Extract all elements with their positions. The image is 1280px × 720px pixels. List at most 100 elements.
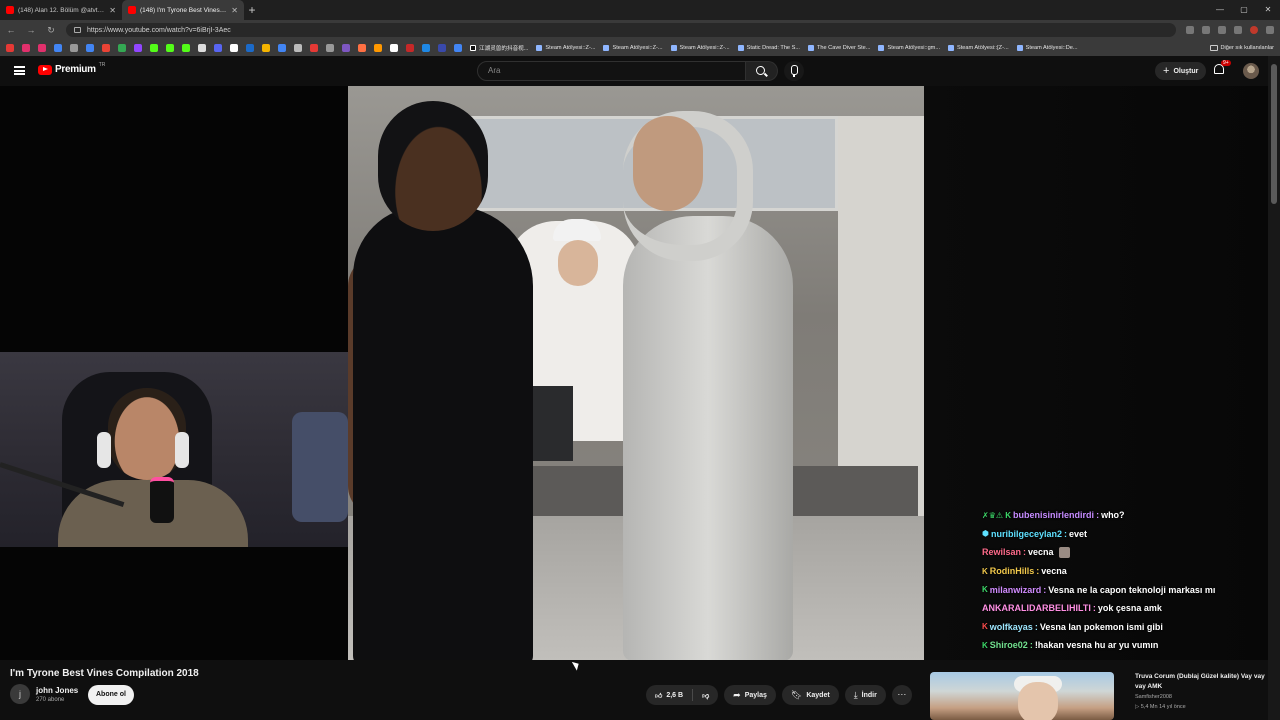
bookmark-label: Static Dread: The S...	[746, 45, 800, 51]
recommended-thumbnail[interactable]	[930, 672, 1114, 720]
chat-username: RodinHills	[989, 566, 1035, 577]
bookmark-icon[interactable]	[374, 44, 382, 52]
kick-bookmark-icon[interactable]	[166, 44, 174, 52]
new-tab-button[interactable]: +	[244, 3, 260, 17]
browser-tab-2[interactable]: (148) I'm Tyrone Best Vines Co ✕	[122, 0, 244, 20]
bookmark-item[interactable]: Static Dread: The S...	[737, 45, 800, 51]
install-app-icon[interactable]	[1186, 26, 1194, 34]
extension-icon[interactable]	[1234, 26, 1242, 34]
close-icon[interactable]: ✕	[231, 6, 238, 15]
bookmark-star-icon[interactable]	[1202, 26, 1210, 34]
bookmark-icon[interactable]	[390, 44, 398, 52]
bookmark-icon[interactable]	[310, 44, 318, 52]
mouse-cursor-icon	[571, 659, 582, 671]
bookmark-icon[interactable]	[294, 44, 302, 52]
bookmark-item[interactable]: Steam Atölyesi::Z-...	[536, 45, 595, 51]
bookmark-item[interactable]: Steam Atölyesi::De...	[1016, 45, 1078, 51]
youtube-premium-logo[interactable]: Premium TR	[38, 62, 105, 75]
notifications-bell-icon[interactable]: 9+	[1214, 60, 1231, 77]
bookmark-icon[interactable]	[358, 44, 366, 52]
bookmark-icon[interactable]	[406, 44, 414, 52]
more-actions-icon[interactable]: ···	[891, 685, 912, 705]
bookmark-item[interactable]: Steam Atölyesi::[Z-...	[948, 45, 1009, 51]
forward-arrow-icon[interactable]: →	[26, 25, 36, 35]
steam-icon	[737, 45, 744, 51]
chat-colon: :	[1023, 547, 1027, 558]
create-button[interactable]: + Oluştur	[1155, 62, 1207, 80]
share-button[interactable]: ➦ Paylaş	[724, 685, 776, 705]
download-icon: ⤓	[853, 689, 858, 700]
recommended-video[interactable]: Truva Corum (Dublaj Güzel kalite) Vay va…	[930, 672, 1266, 720]
save-button[interactable]: 🔖︎ Kaydet	[781, 685, 839, 705]
instagram-bookmark-icon[interactable]	[38, 44, 46, 52]
address-bar-row: ← → ↻ https://www.youtube.com/watch?v=6i…	[0, 20, 1280, 40]
profile-icon[interactable]	[1250, 26, 1258, 34]
browser-tab-1[interactable]: (148) Alan 12. Bölüm @atvturkiye ✕	[0, 0, 122, 20]
site-info-icon[interactable]	[74, 27, 81, 33]
discord-bookmark-icon[interactable]	[214, 44, 222, 52]
bookmark-icon: 🔖︎	[790, 689, 803, 700]
bookmark-item[interactable]: Steam Atölyesi::Z-...	[670, 45, 730, 51]
twitch-bookmark-icon[interactable]	[134, 44, 142, 52]
gmail-bookmark-icon[interactable]	[102, 44, 110, 52]
share-icon: ➦	[733, 689, 741, 700]
logo-text: Premium	[55, 64, 96, 75]
docs-bookmark-icon[interactable]	[86, 44, 94, 52]
plus-icon: +	[1163, 65, 1170, 77]
bookmark-icon[interactable]	[342, 44, 350, 52]
dislike-button[interactable]: 👎︎	[693, 685, 718, 705]
bookmark-item[interactable]: Steam Atölyesi::Z-...	[603, 45, 663, 51]
video-frame[interactable]	[348, 86, 924, 660]
other-bookmarks[interactable]: Diğer sık kullanılanlar	[1209, 45, 1274, 51]
x-bookmark-icon[interactable]	[230, 44, 238, 52]
close-icon[interactable]: ✕	[109, 6, 116, 15]
maximize-icon[interactable]: ▢	[1232, 0, 1256, 20]
save-label: Kaydet	[806, 691, 830, 699]
channel-avatar[interactable]: j	[10, 684, 30, 704]
bookmark-icon[interactable]	[422, 44, 430, 52]
bookmark-item[interactable]: Steam Atölyesi::gm...	[878, 45, 940, 51]
download-button[interactable]: ⤓ İndir	[844, 685, 886, 705]
menu-hamburger-icon[interactable]	[14, 66, 25, 75]
subscribe-button[interactable]: Abone ol	[88, 685, 134, 705]
bookmarks-bar: 江湖灵兽的抖音视... Steam Atölyesi::Z-... Steam …	[0, 40, 1280, 56]
reload-icon[interactable]: ↻	[46, 25, 56, 36]
translate-bookmark-icon[interactable]	[54, 44, 62, 52]
url-text: https://www.youtube.com/watch?v=6iBrjI-3…	[87, 26, 231, 34]
microphone	[150, 477, 174, 523]
minimize-icon[interactable]: —	[1208, 0, 1232, 20]
instagram-bookmark-icon[interactable]	[22, 44, 30, 52]
menu-dots-icon[interactable]	[1266, 26, 1274, 34]
search-icon[interactable]	[746, 61, 778, 81]
url-field[interactable]: https://www.youtube.com/watch?v=6iBrjI-3…	[66, 23, 1176, 37]
kick-bookmark-icon[interactable]	[182, 44, 190, 52]
bookmark-icon[interactable]	[326, 44, 334, 52]
download-bookmark-icon[interactable]	[198, 44, 206, 52]
youtube-bookmark-icon[interactable]	[6, 44, 14, 52]
chat-emote-icon	[1058, 546, 1070, 558]
recommended-channel[interactable]: Samfisher2008	[1135, 694, 1172, 700]
bookmark-icon[interactable]	[262, 44, 270, 52]
channel-name[interactable]: john Jones	[36, 686, 78, 695]
bookmark-icon[interactable]	[454, 44, 462, 52]
bookmark-item[interactable]: The Cave Diver Ste...	[807, 45, 870, 51]
page-scrollbar[interactable]	[1268, 56, 1280, 720]
globe-bookmark-icon[interactable]	[70, 44, 78, 52]
close-window-icon[interactable]: ✕	[1256, 0, 1280, 20]
bookmark-icon[interactable]	[278, 44, 286, 52]
scrollbar-thumb[interactable]	[1271, 64, 1277, 204]
back-arrow-icon[interactable]: ←	[6, 25, 16, 35]
voice-search-icon[interactable]	[784, 61, 804, 81]
bookmark-label: Steam Atölyesi::Z-...	[545, 45, 596, 51]
account-avatar[interactable]	[1243, 63, 1259, 79]
bookmark-icon[interactable]	[438, 44, 446, 52]
chat-username: Shiroe02	[989, 640, 1028, 651]
recommended-title[interactable]: Truva Corum (Dublaj Güzel kalite) Vay va…	[1135, 672, 1265, 692]
extension-icon[interactable]	[1218, 26, 1226, 34]
kick-bookmark-icon[interactable]	[150, 44, 158, 52]
like-button[interactable]: 👍︎ 2,6 B	[646, 685, 692, 705]
steam-bookmark-icon[interactable]	[246, 44, 254, 52]
bookmark-item[interactable]: 江湖灵兽的抖音视...	[470, 44, 528, 52]
drive-bookmark-icon[interactable]	[118, 44, 126, 52]
search-input[interactable]: Ara	[477, 61, 746, 81]
